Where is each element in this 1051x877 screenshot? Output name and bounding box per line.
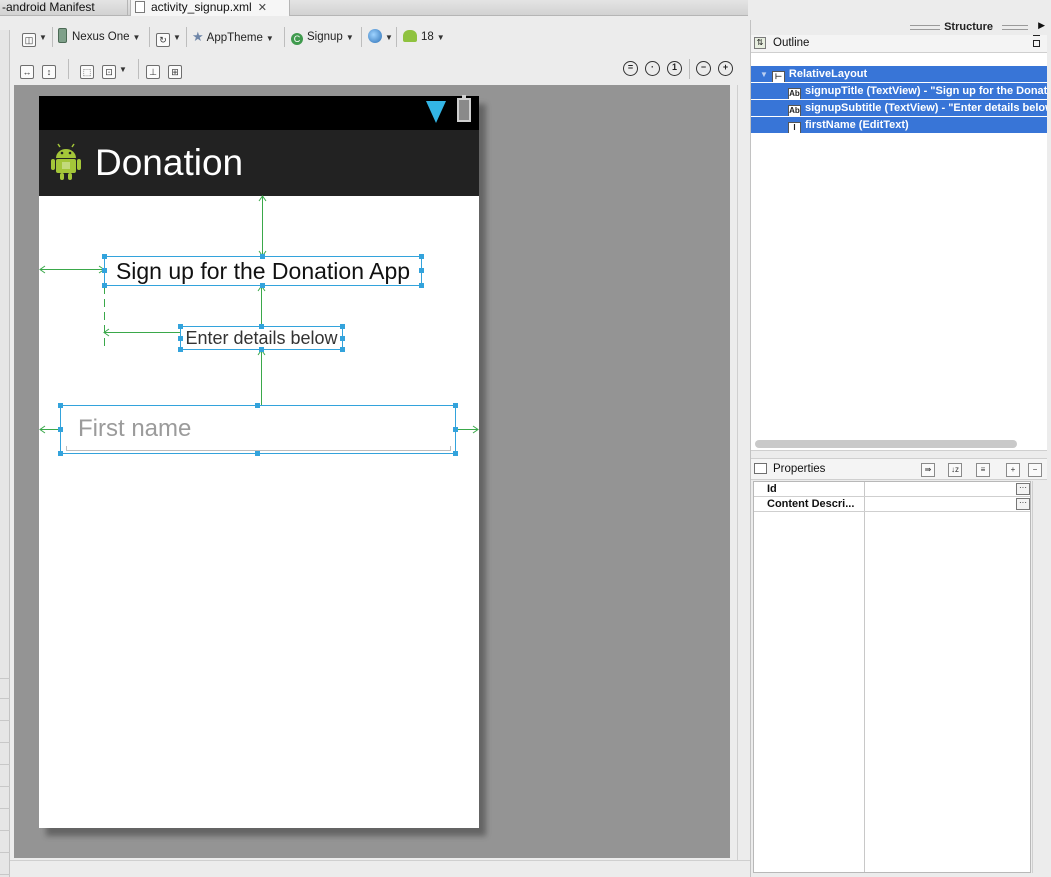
zoom-real-size-icon[interactable]: ·: [645, 61, 660, 76]
property-key: Id: [767, 483, 777, 495]
structure-header: Structure ▶: [750, 20, 1051, 35]
api-level-dropdown[interactable]: 18 ▼: [403, 27, 445, 47]
sort-az-icon[interactable]: ↓z: [948, 463, 962, 477]
edit-ellipsis-icon[interactable]: ···: [1016, 483, 1030, 495]
phone-icon: [58, 28, 67, 43]
star-icon: ★: [192, 29, 204, 44]
toggle-fill-width-button[interactable]: ↔: [20, 59, 34, 79]
zoom-in-icon[interactable]: +: [718, 61, 733, 76]
activity-icon: C: [291, 33, 303, 45]
align-baseline-button[interactable]: ⊥: [146, 59, 160, 79]
globe-icon: [368, 29, 382, 43]
gravity-icon: ⊡: [102, 65, 116, 79]
expand-arrow-icon[interactable]: ▼: [760, 70, 768, 79]
zoom-100-icon[interactable]: 1: [667, 61, 682, 76]
status-bar: [39, 96, 479, 130]
collapse-all-icon[interactable]: −: [1028, 463, 1042, 477]
locale-dropdown[interactable]: ▼: [368, 27, 393, 47]
tree-item-firstname[interactable]: IfirstName (EditText): [751, 117, 1047, 133]
baseline-icon: ⊥: [146, 65, 160, 79]
tree-item-signuptitle[interactable]: Ab signupTitle (TextView) - "Sign up for …: [751, 83, 1047, 99]
property-row-id[interactable]: Id ···: [754, 482, 1030, 497]
textview-icon: Ab: [788, 88, 801, 99]
maximize-icon[interactable]: [1033, 40, 1040, 47]
first-name-hint: First name: [78, 415, 192, 442]
signup-subtitle-textview[interactable]: Enter details below: [180, 326, 343, 350]
close-icon[interactable]: ✕: [258, 1, 267, 16]
structure-title: Structure: [944, 21, 993, 33]
outline-horizontal-scrollbar[interactable]: [755, 440, 1017, 448]
tab-label: -android Manifest: [2, 0, 95, 14]
minimize-icon[interactable]: [1033, 29, 1040, 36]
properties-icon: [754, 463, 767, 474]
tab-activity-signup[interactable]: activity_signup.xml ✕: [130, 0, 290, 16]
tab-android-manifest[interactable]: -android Manifest: [0, 0, 128, 16]
outline-icon: ⇅: [754, 37, 766, 49]
property-key: Content Descri...: [767, 498, 855, 510]
outline-header: ⇅ Outline: [751, 35, 1047, 53]
layout-config-toolbar: ◫ ▼ Nexus One ▼ ↻ ▼ ★ AppTheme ▼ C Signup ▼ ▼ 1…: [14, 24, 748, 50]
tab-label: activity_signup.xml: [151, 0, 252, 14]
properties-scrollbar[interactable]: [1032, 481, 1047, 873]
gravity-dropdown[interactable]: ⊡ ▼: [102, 59, 127, 79]
properties-header: Properties ⇛ ↓z ≡ + −: [751, 458, 1047, 480]
wifi-icon: [426, 101, 446, 123]
relative-layout-icon: ⊢: [771, 71, 785, 82]
theme-dropdown[interactable]: ★ AppTheme ▼: [192, 27, 274, 47]
xml-file-icon: [135, 1, 145, 13]
signup-title-textview[interactable]: Sign up for the Donation App: [104, 256, 422, 286]
rotate-icon: ↻: [156, 33, 170, 47]
edittext-underline: [66, 446, 451, 451]
center-icon: ⊞: [168, 65, 182, 79]
tree-item-relativelayout[interactable]: ▼ ⊢ RelativeLayout: [751, 66, 1047, 82]
editor-tab-bar: -android Manifest activity_signup.xml ✕: [0, 0, 748, 16]
fill-height-icon: ↕: [42, 65, 56, 79]
zoom-fit-icon[interactable]: =: [623, 61, 638, 76]
properties-title: Properties: [773, 463, 826, 475]
outline-tree[interactable]: ▼ ⊢ RelativeLayout Ab signupTitle (TextView…: [751, 53, 1047, 451]
tree-item-signupsubtitle[interactable]: Ab signupSubtitle (TextView) - "Enter det…: [751, 100, 1047, 116]
outline-title: Outline: [773, 37, 810, 49]
orientation-dropdown[interactable]: ↻ ▼: [156, 27, 181, 47]
android-launcher-icon: [51, 143, 81, 180]
margins-icon: ⬚: [80, 65, 94, 79]
canvas-bottom-strip: [10, 860, 750, 877]
device-screen: [39, 96, 479, 828]
edit-ellipsis-icon[interactable]: ···: [1016, 498, 1030, 510]
fill-width-icon: ↔: [20, 65, 34, 79]
show-advanced-icon[interactable]: ⇛: [921, 463, 935, 477]
battery-icon: [457, 95, 471, 122]
toggle-fill-height-button[interactable]: ↕: [42, 59, 56, 79]
center-button[interactable]: ⊞: [168, 59, 182, 79]
margins-button[interactable]: ⬚: [80, 59, 94, 79]
edittext-icon: I: [788, 122, 801, 133]
config-chooser-button[interactable]: ◫ ▼: [22, 27, 47, 47]
layout-actions-toolbar: ↔ ↕ ⬚ ⊡ ▼ ⊥ ⊞ = · 1 − +: [14, 56, 748, 82]
filter-icon[interactable]: ≡: [976, 463, 990, 477]
property-row-content-description[interactable]: Content Descri... ···: [754, 497, 1030, 512]
device-dropdown[interactable]: Nexus One ▼: [58, 27, 140, 47]
layout-file-icon: ◫: [22, 33, 36, 47]
textview-icon: Ab: [788, 105, 801, 116]
activity-dropdown[interactable]: C Signup ▼: [291, 27, 354, 47]
app-title: Donation: [95, 142, 244, 183]
android-icon: [403, 30, 417, 42]
zoom-out-icon[interactable]: −: [696, 61, 711, 76]
left-gutter: [0, 30, 10, 877]
properties-table: Id ··· Content Descri... ···: [753, 481, 1031, 873]
expand-all-icon[interactable]: +: [1006, 463, 1020, 477]
canvas-scrollbar[interactable]: [737, 85, 748, 875]
